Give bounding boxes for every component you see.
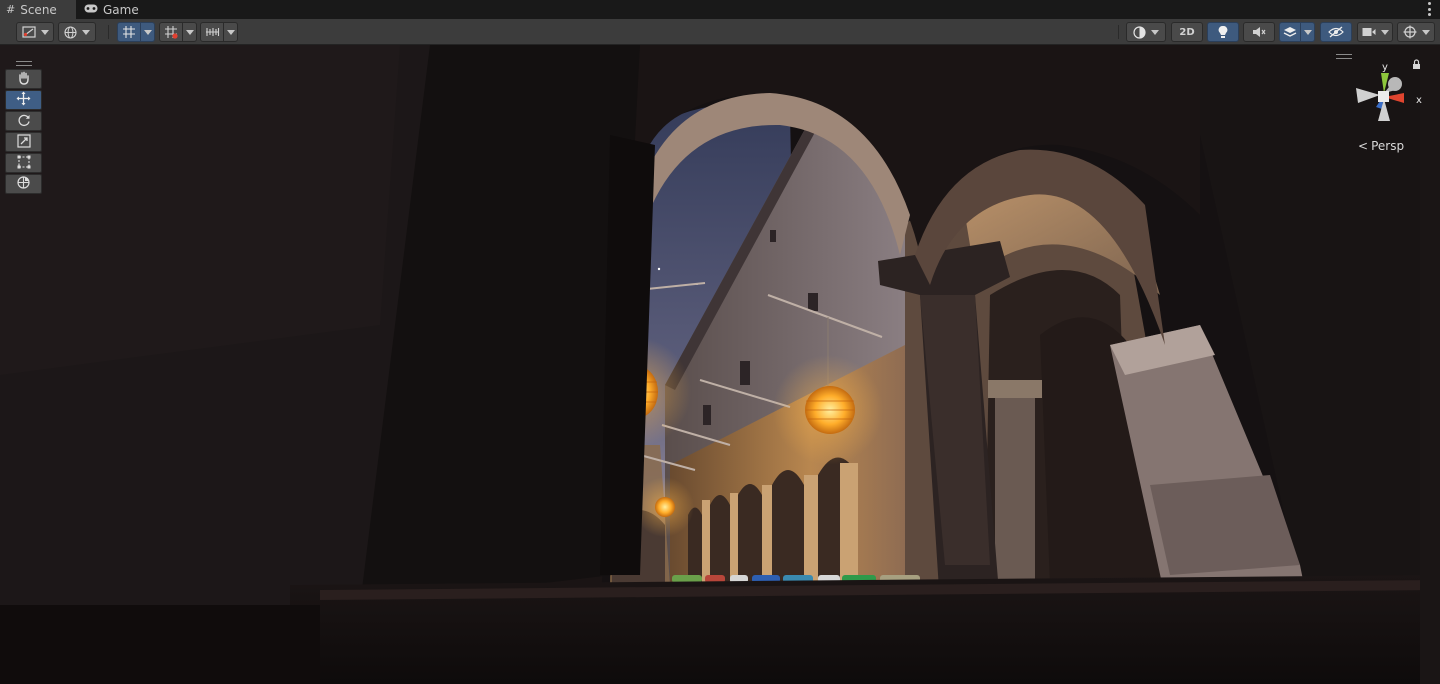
grid-snapping-dropdown[interactable] <box>141 22 155 42</box>
tab-game[interactable]: Game <box>84 0 154 19</box>
more-options-icon[interactable] <box>1428 2 1432 16</box>
view-tool-button[interactable] <box>5 69 42 89</box>
chevron-down-icon <box>82 29 90 35</box>
transform-icon <box>16 175 31 194</box>
audio-toggle-button[interactable] <box>1243 22 1275 42</box>
audio-mute-icon <box>1252 26 1266 38</box>
toolbar-separator <box>1118 25 1119 39</box>
projection-label: Persp <box>1371 139 1405 153</box>
sphere-icon <box>1133 25 1146 39</box>
gamepad-icon <box>84 4 98 15</box>
draw-mode-dropdown[interactable] <box>16 22 54 42</box>
effects-dropdown[interactable] <box>1301 22 1315 42</box>
axis-x-label: x <box>1416 95 1422 106</box>
chevron-down-icon <box>1303 29 1312 35</box>
lighting-toggle-button[interactable] <box>1207 22 1239 42</box>
gizmos-dropdown[interactable] <box>1397 22 1435 42</box>
axis-gizmo-icon: y x <box>1356 59 1422 121</box>
hand-icon <box>17 70 31 89</box>
hidden-objects-toggle-button[interactable] <box>1320 22 1352 42</box>
projection-toggle[interactable]: < Persp <box>1358 139 1404 153</box>
rotate-tool-button[interactable] <box>5 111 42 131</box>
grid-visibility-toggle[interactable] <box>159 22 183 42</box>
globe-icon <box>64 25 77 39</box>
tool-palette <box>5 61 42 195</box>
2d-toggle-button[interactable]: 2D <box>1171 22 1203 42</box>
grid-visibility-dropdown[interactable] <box>183 22 197 42</box>
scale-tool-button[interactable] <box>5 132 42 152</box>
grid-snapping-toggle[interactable] <box>117 22 141 42</box>
chevron-down-icon <box>185 29 194 35</box>
draw-mode-icon <box>21 26 36 38</box>
grid-snap-icon <box>122 25 136 39</box>
rotate-icon <box>17 112 31 131</box>
transform-tool-button[interactable] <box>5 174 42 194</box>
scene-viewport[interactable]: y x < Persp <box>0 45 1440 684</box>
grid-icon <box>164 25 178 39</box>
camera-icon <box>1362 27 1376 37</box>
chevron-down-icon <box>1151 29 1159 35</box>
palette-drag-handle[interactable] <box>15 61 32 66</box>
chevron-down-icon <box>143 29 152 35</box>
tab-bar: # Scene Game <box>0 0 1440 19</box>
increment-snap-toggle[interactable] <box>200 22 224 42</box>
gizmo-icon <box>1403 25 1417 39</box>
scene-toolbar: 2D <box>0 19 1440 45</box>
chevron-down-icon <box>226 29 235 35</box>
chevron-down-icon <box>1380 29 1389 35</box>
scene-render <box>0 45 1440 684</box>
move-tool-button[interactable] <box>5 90 42 110</box>
chevron-down-icon <box>1421 29 1430 35</box>
grid-hash-icon: # <box>6 3 16 16</box>
rect-tool-button[interactable] <box>5 153 42 173</box>
layers-icon <box>1283 26 1297 38</box>
shading-mode-dropdown[interactable] <box>1126 22 1166 42</box>
axis-y-label: y <box>1382 62 1388 73</box>
perspective-icon: < <box>1358 139 1369 153</box>
tab-scene[interactable]: # Scene <box>0 0 76 19</box>
lightbulb-icon <box>1218 25 1228 39</box>
tab-scene-label: Scene <box>20 2 57 17</box>
scale-icon <box>16 133 31 152</box>
rect-icon <box>17 154 31 173</box>
global-toggle-dropdown[interactable] <box>58 22 96 42</box>
toolbar-separator <box>108 25 109 39</box>
eye-slash-icon <box>1328 26 1344 38</box>
increment-snap-dropdown[interactable] <box>224 22 238 42</box>
camera-settings-dropdown[interactable] <box>1357 22 1393 42</box>
tab-game-label: Game <box>103 2 139 17</box>
move-arrows-icon <box>16 91 31 110</box>
ruler-icon <box>205 26 220 38</box>
effects-toggle-button[interactable] <box>1279 22 1301 42</box>
chevron-down-icon <box>40 29 49 35</box>
